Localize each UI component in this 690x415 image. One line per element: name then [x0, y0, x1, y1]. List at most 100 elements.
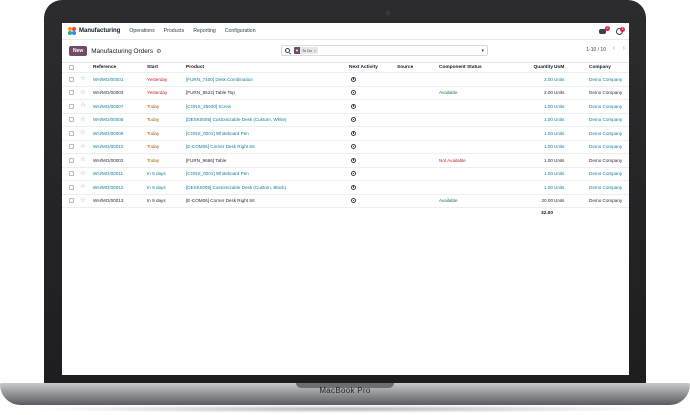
table-row[interactable]: ☆ WH/MO/00012 In 9 days [DESK0006] Customiz…: [62, 181, 629, 195]
column-source[interactable]: Source: [397, 63, 437, 72]
menu-reporting[interactable]: Reporting: [193, 28, 216, 34]
menu-operations[interactable]: Operations: [129, 28, 154, 34]
priority-star-icon[interactable]: ☆: [80, 75, 86, 83]
activity-clock-icon[interactable]: [351, 103, 356, 109]
reference-cell[interactable]: WH/MO/00003: [93, 87, 148, 100]
priority-star-icon[interactable]: ☆: [80, 143, 86, 151]
reference-cell[interactable]: WH/MO/00007: [93, 100, 148, 113]
next-activity-cell[interactable]: [349, 127, 393, 140]
pager-next-icon[interactable]: ›: [623, 45, 625, 52]
priority-star-icon[interactable]: ☆: [80, 156, 86, 164]
activity-clock-icon[interactable]: [351, 130, 356, 136]
activity-clock-icon[interactable]: [351, 90, 356, 96]
table-row[interactable]: ☆ WH/MO/00008 Today [DESK0005] Customizable…: [62, 114, 629, 127]
row-select-cell[interactable]: [69, 73, 76, 86]
reference-cell[interactable]: WH/MO/00002: [93, 154, 148, 167]
priority-cell[interactable]: ☆: [80, 154, 88, 167]
row-select-cell[interactable]: [69, 127, 76, 140]
column-next-activity[interactable]: Next Activity: [349, 63, 393, 72]
row-select-cell[interactable]: [69, 114, 76, 127]
priority-cell[interactable]: ☆: [80, 73, 88, 86]
activity-clock-icon[interactable]: [351, 117, 356, 123]
manufacturing-app-icon[interactable]: [68, 27, 76, 35]
next-activity-cell[interactable]: [349, 154, 393, 167]
priority-star-icon[interactable]: ☆: [80, 102, 86, 110]
activity-clock-icon[interactable]: [351, 198, 356, 204]
gear-icon[interactable]: ⚙: [156, 48, 161, 55]
activity-clock-icon[interactable]: [351, 157, 356, 163]
row-checkbox[interactable]: [69, 184, 74, 190]
column-quantity[interactable]: Quantity: [522, 63, 553, 72]
row-checkbox[interactable]: [69, 198, 74, 204]
row-select-cell[interactable]: [69, 154, 76, 167]
priority-star-icon[interactable]: ☆: [80, 170, 86, 178]
pager-previous-icon[interactable]: ‹: [613, 45, 615, 52]
reference-cell[interactable]: WH/MO/00010: [93, 141, 148, 154]
row-checkbox[interactable]: [69, 90, 74, 96]
reference-cell[interactable]: WH/MO/00008: [93, 114, 148, 127]
search-bar[interactable]: ▼ To Do × ▾: [281, 45, 488, 56]
row-checkbox[interactable]: [69, 144, 74, 150]
reference-cell[interactable]: WH/MO/00001: [93, 73, 148, 86]
row-checkbox[interactable]: [69, 157, 74, 163]
row-select-cell[interactable]: [69, 100, 76, 113]
priority-star-icon[interactable]: ☆: [80, 116, 86, 124]
table-row[interactable]: ☆ WH/MO/00003 Yesterday [FURN_8522] Table T…: [62, 87, 629, 100]
table-row[interactable]: ☆ WH/MO/00001 Yesterday [FURN_7400] Desk Co…: [62, 73, 629, 87]
pager-value[interactable]: 1-10 / 10: [586, 47, 606, 53]
priority-star-icon[interactable]: ☆: [80, 183, 86, 191]
next-activity-cell[interactable]: [349, 141, 393, 154]
select-all-checkbox[interactable]: [69, 65, 74, 70]
priority-cell[interactable]: ☆: [80, 114, 88, 127]
priority-cell[interactable]: ☆: [80, 181, 88, 194]
row-checkbox[interactable]: [69, 171, 74, 177]
menu-products[interactable]: Products: [164, 28, 184, 34]
facet-close-icon[interactable]: ×: [314, 49, 318, 53]
column-product[interactable]: Product: [186, 63, 348, 72]
select-all-cell[interactable]: [69, 63, 76, 72]
row-checkbox[interactable]: [69, 76, 74, 82]
table-row[interactable]: ☆ WH/MO/00002 Today [FURN_9666] Table Not Av…: [62, 154, 629, 168]
next-activity-cell[interactable]: [349, 195, 393, 208]
table-row[interactable]: ☆ WH/MO/00009 Today [CONS_0001] Whiteboard …: [62, 127, 629, 141]
row-select-cell[interactable]: [69, 168, 76, 181]
table-row[interactable]: ☆ WH/MO/00013 In 9 days [E-COM06] Corner De…: [62, 195, 629, 208]
table-row[interactable]: ☆ WH/MO/00007 Today [CONS_25630] Screw 1.00 U…: [62, 100, 629, 114]
next-activity-cell[interactable]: [349, 73, 393, 86]
activity-clock-icon[interactable]: 3: [616, 26, 625, 35]
new-button[interactable]: New: [69, 46, 88, 56]
search-facet[interactable]: ▼ To Do ×: [294, 47, 319, 54]
table-row[interactable]: ☆ WH/MO/00011 In 9 days [CONS_0001] Whitebo…: [62, 168, 629, 181]
row-checkbox[interactable]: [69, 130, 74, 136]
priority-cell[interactable]: ☆: [80, 141, 88, 154]
activity-clock-icon[interactable]: [351, 171, 356, 177]
app-name[interactable]: Manufacturing: [79, 28, 120, 34]
reference-cell[interactable]: WH/MO/00011: [93, 168, 148, 181]
activity-clock-icon[interactable]: [351, 184, 356, 190]
priority-cell[interactable]: ☆: [80, 168, 88, 181]
column-reference[interactable]: Reference: [93, 63, 148, 72]
priority-cell[interactable]: ☆: [80, 87, 88, 100]
activity-clock-icon[interactable]: [351, 76, 356, 82]
row-select-cell[interactable]: [69, 87, 76, 100]
priority-star-icon[interactable]: ☆: [80, 129, 86, 137]
next-activity-cell[interactable]: [349, 114, 393, 127]
column-component-status[interactable]: Component Status: [439, 63, 521, 72]
column-company[interactable]: Company: [589, 63, 629, 72]
row-select-cell[interactable]: [69, 195, 76, 208]
next-activity-cell[interactable]: [349, 168, 393, 181]
reference-cell[interactable]: WH/MO/00013: [93, 195, 148, 208]
next-activity-cell[interactable]: [349, 100, 393, 113]
table-row[interactable]: ☆ WH/MO/00010 Today [E-COM06] Corner Desk R…: [62, 141, 629, 154]
next-activity-cell[interactable]: [349, 87, 393, 100]
priority-star-icon[interactable]: ☆: [80, 197, 86, 205]
activity-clock-icon[interactable]: [351, 144, 356, 150]
row-select-cell[interactable]: [69, 181, 76, 194]
next-activity-cell[interactable]: [349, 181, 393, 194]
row-select-cell[interactable]: [69, 141, 76, 154]
row-checkbox[interactable]: [69, 117, 74, 123]
priority-cell[interactable]: ☆: [80, 100, 88, 113]
chat-icon[interactable]: 2: [599, 25, 610, 35]
priority-star-icon[interactable]: ☆: [80, 89, 86, 97]
reference-cell[interactable]: WH/MO/00012: [93, 181, 148, 194]
